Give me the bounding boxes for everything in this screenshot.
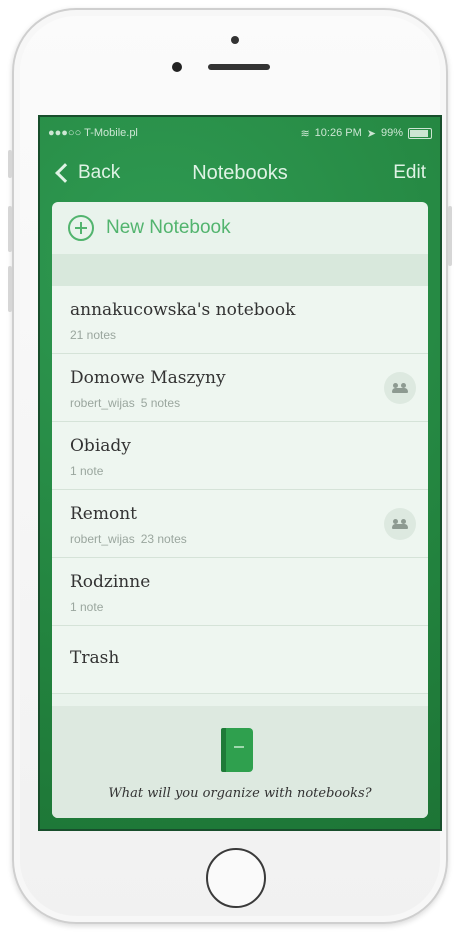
notebook-icon — [221, 728, 253, 772]
notebook-meta: 1 note — [70, 600, 103, 614]
notebook-name: Remont — [70, 504, 137, 524]
notebooks-card: New Notebook annakucowska's notebook 21 … — [52, 202, 428, 818]
notebook-count: 1 note — [70, 600, 104, 614]
notebook-owner: robert_wijas — [70, 532, 135, 546]
section-divider — [52, 254, 428, 286]
notebook-row[interactable]: Domowe Maszyny robert_wijas 5 notes — [52, 354, 428, 422]
new-notebook-label: New Notebook — [106, 217, 231, 238]
status-bar: ●●●○○ T-Mobile.pl ≋ 10:26 PM ➤ 99% — [48, 125, 432, 141]
volume-up-button — [8, 206, 12, 252]
notebook-name: annakucowska's notebook — [70, 300, 296, 320]
notebook-owner: robert_wijas — [70, 396, 135, 410]
clock: 10:26 PM — [314, 127, 362, 139]
navigation-bar: Back Notebooks Edit — [52, 147, 428, 199]
notebook-meta: robert_wijas 23 notes — [70, 532, 187, 546]
back-button[interactable]: Back — [52, 162, 120, 184]
notebook-row[interactable]: Rodzinne 1 note — [52, 558, 428, 626]
notebook-row[interactable]: Obiady 1 note — [52, 422, 428, 490]
home-button[interactable] — [206, 848, 266, 908]
screen: ●●●○○ T-Mobile.pl ≋ 10:26 PM ➤ 99% Back … — [38, 115, 442, 831]
notebook-name: Domowe Maszyny — [70, 368, 226, 388]
shared-notebook-badge[interactable] — [384, 372, 416, 404]
notebook-list: annakucowska's notebook 21 notes Domowe … — [52, 286, 428, 694]
empty-state-footer: What will you organize with notebooks? — [52, 706, 428, 818]
notebook-meta: 1 note — [70, 464, 103, 478]
edit-button[interactable]: Edit — [393, 162, 426, 184]
location-icon: ➤ — [366, 127, 376, 140]
notebook-count: 1 note — [70, 464, 104, 478]
proximity-sensor — [172, 62, 182, 72]
notebook-name: Rodzinne — [70, 572, 151, 592]
carrier-label: ●●●○○ T-Mobile.pl — [48, 127, 138, 139]
notebook-count: 21 notes — [70, 328, 117, 342]
trash-label: Trash — [70, 648, 120, 668]
front-camera — [231, 36, 239, 44]
new-notebook-button[interactable]: New Notebook — [52, 202, 428, 254]
footer-prompt: What will you organize with notebooks? — [108, 786, 372, 801]
back-label: Back — [78, 162, 121, 183]
volume-down-button — [8, 266, 12, 312]
earpiece-speaker — [208, 64, 270, 70]
mute-switch — [8, 150, 12, 178]
notebook-count: 5 notes — [140, 396, 181, 410]
plus-circle-icon — [68, 215, 94, 241]
trash-row[interactable]: Trash — [52, 626, 428, 694]
notebook-row[interactable]: annakucowska's notebook 21 notes — [52, 286, 428, 354]
notebook-meta: robert_wijas 5 notes — [70, 396, 180, 410]
wifi-icon: ≋ — [300, 127, 310, 140]
chevron-left-icon — [55, 163, 75, 183]
notebook-count: 23 notes — [140, 532, 187, 546]
people-icon — [392, 383, 408, 393]
people-icon — [392, 519, 408, 529]
notebook-name: Obiady — [70, 436, 131, 456]
shared-notebook-badge[interactable] — [384, 508, 416, 540]
notebook-meta: 21 notes — [70, 328, 116, 342]
battery-percent: 99% — [380, 127, 403, 139]
notebook-row[interactable]: Remont robert_wijas 23 notes — [52, 490, 428, 558]
power-button — [448, 206, 452, 266]
battery-icon — [408, 127, 432, 139]
